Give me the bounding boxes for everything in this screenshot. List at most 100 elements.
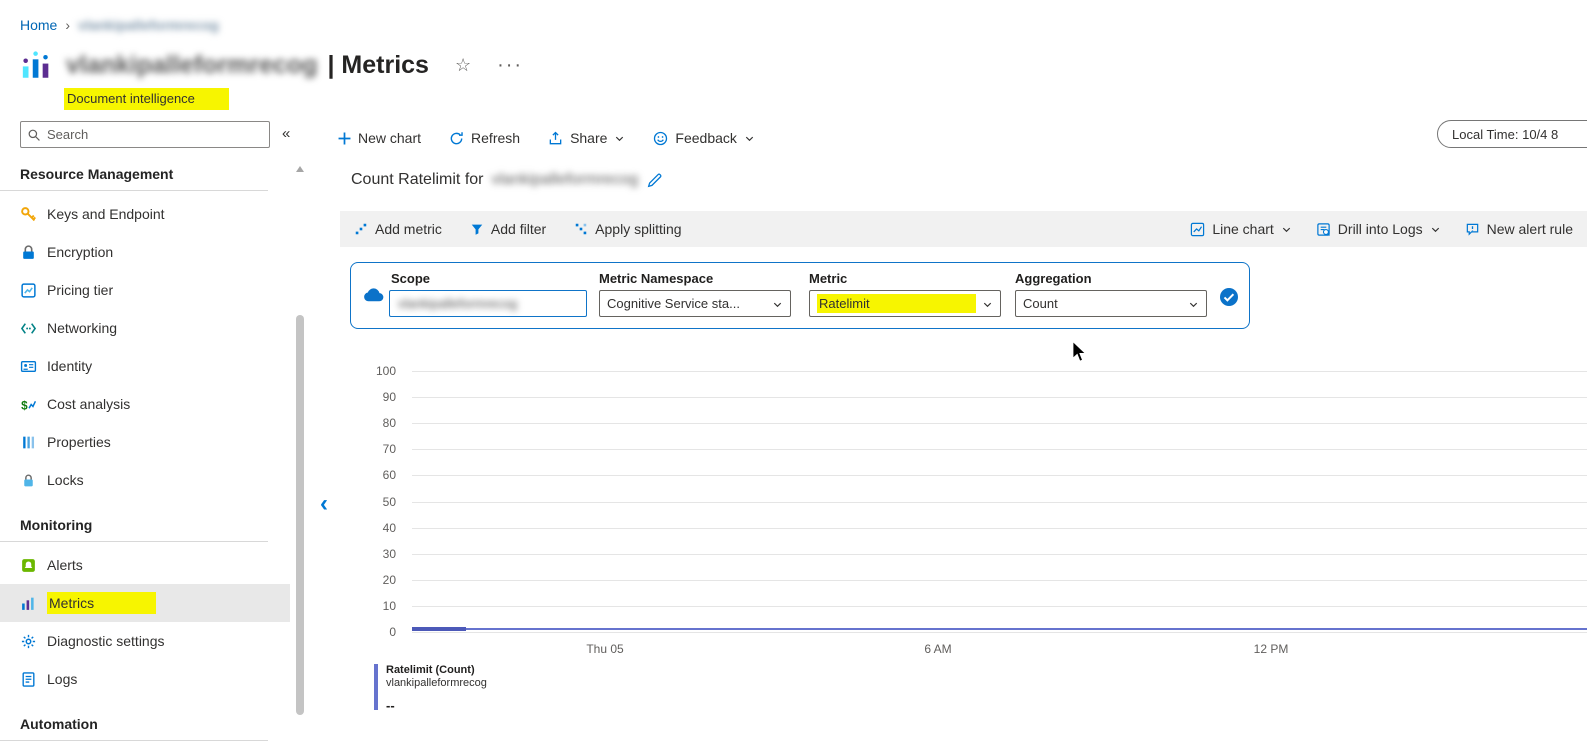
refresh-button[interactable]: Refresh — [449, 130, 520, 146]
page-header: vlankipalleformrecog | Metrics ☆ ··· — [20, 48, 523, 82]
lock-icon — [20, 244, 37, 261]
divider — [0, 740, 268, 741]
chart-type-selector[interactable]: Line chart — [1190, 221, 1291, 237]
sidebar-item-metrics[interactable]: Metrics — [0, 584, 290, 622]
gridline — [412, 371, 1587, 372]
new-chart-button[interactable]: New chart — [338, 130, 421, 146]
metric-namespace-label: Metric Namespace — [599, 271, 714, 286]
page-title-metrics: | Metrics — [327, 50, 429, 79]
sidebar-item-label: Cost analysis — [47, 396, 131, 412]
more-options-icon[interactable]: ··· — [497, 55, 523, 75]
collapse-panel-chevron-icon[interactable]: ‹ — [320, 492, 328, 516]
apply-splitting-label: Apply splitting — [595, 221, 682, 237]
sidebar-item-cost-analysis[interactable]: $ Cost analysis — [0, 385, 290, 423]
y-tick-label: 20 — [382, 573, 396, 587]
aggregation-label: Aggregation — [1015, 271, 1092, 286]
sidebar-item-diagnostic-settings[interactable]: Diagnostic settings — [0, 622, 290, 660]
drill-into-logs-label: Drill into Logs — [1337, 221, 1423, 237]
page-title-resource: vlankipalleformrecog — [66, 50, 318, 79]
search-input[interactable] — [47, 127, 263, 142]
plus-icon — [338, 132, 351, 145]
scrollbar-up-arrow[interactable] — [296, 166, 304, 172]
sidebar-item-label: Alerts — [47, 557, 83, 573]
x-tick-label: 6 AM — [924, 642, 952, 656]
breadcrumb-separator: › — [65, 17, 71, 33]
y-tick-label: 80 — [382, 416, 396, 430]
chart-title-resource: vlankipalleformrecog — [491, 171, 639, 188]
chevron-down-icon — [614, 133, 625, 144]
aggregation-value: Count — [1023, 296, 1058, 311]
logs-document-icon — [20, 671, 37, 688]
alert-rule-icon — [1465, 222, 1480, 237]
sidebar-item-label: Encryption — [47, 244, 114, 260]
metric-namespace-select[interactable]: Cognitive Service sta... — [599, 290, 791, 317]
refresh-label: Refresh — [471, 130, 521, 146]
local-time-label: Local Time: 10/4 8 — [1452, 126, 1559, 142]
section-title-monitoring: Monitoring — [20, 517, 93, 533]
sidebar-item-pricing-tier[interactable]: Pricing tier — [0, 271, 290, 309]
sidebar-item-properties[interactable]: Properties — [0, 423, 290, 461]
identity-card-icon — [20, 358, 37, 375]
add-filter-label: Add filter — [490, 221, 547, 237]
chevron-down-icon — [1188, 298, 1199, 309]
apply-splitting-icon — [574, 222, 588, 236]
chevron-down-icon — [1281, 224, 1292, 235]
sidebar-item-label: Diagnostic settings — [47, 633, 165, 649]
sidebar-item-identity[interactable]: Identity — [0, 347, 290, 385]
y-tick-label: 100 — [375, 364, 396, 378]
gridline — [412, 528, 1587, 529]
sidebar-item-alerts[interactable]: Alerts — [0, 546, 290, 584]
chart-title: Count Ratelimit for vlankipalleformrecog — [351, 171, 663, 189]
svg-text:$: $ — [21, 399, 28, 412]
sidebar-item-networking[interactable]: Networking — [0, 309, 290, 347]
gridline — [412, 554, 1587, 555]
sidebar-search[interactable] — [20, 121, 270, 148]
check-circle-icon[interactable] — [1219, 287, 1239, 307]
drill-logs-icon — [1316, 222, 1331, 237]
networking-icon — [20, 320, 37, 337]
metric-label: Metric — [809, 271, 848, 286]
metric-namespace-value: Cognitive Service sta... — [607, 296, 740, 311]
sidebar-item-locks[interactable]: Locks — [0, 461, 290, 499]
add-metric-label: Add metric — [375, 221, 442, 237]
line-chart-icon — [1190, 222, 1205, 237]
cloud-scope-icon — [363, 287, 385, 303]
sidebar-collapse-icon[interactable]: « — [282, 125, 290, 142]
cost-analysis-icon: $ — [20, 396, 37, 413]
chart-plot-area[interactable] — [412, 371, 1587, 633]
gridline — [412, 475, 1587, 476]
local-time-picker[interactable]: Local Time: 10/4 8 — [1437, 120, 1587, 148]
alert-icon — [20, 557, 37, 574]
y-tick-label: 0 — [389, 625, 396, 639]
scope-input[interactable]: vlankipalleformrecog — [389, 290, 587, 317]
legend-current-value: -- — [386, 698, 395, 713]
share-button[interactable]: Share — [548, 130, 625, 146]
resource-type-subtitle: Document intelligence — [64, 88, 229, 110]
sidebar-item-logs[interactable]: Logs — [0, 660, 290, 698]
gridline — [412, 606, 1587, 607]
feedback-label: Feedback — [675, 130, 737, 146]
aggregation-select[interactable]: Count — [1015, 290, 1207, 317]
chart-title-prefix: Count Ratelimit for — [351, 171, 484, 188]
new-alert-rule-button[interactable]: New alert rule — [1465, 221, 1573, 237]
chart-legend[interactable]: Ratelimit (Count) vlankipalleformrecog -… — [374, 664, 487, 713]
breadcrumb-home-link[interactable]: Home — [20, 17, 57, 33]
pricing-tier-icon — [20, 282, 37, 299]
sidebar-scrollbar-thumb[interactable] — [296, 315, 304, 715]
sidebar-item-encryption[interactable]: Encryption — [0, 233, 290, 271]
metrics-icon — [20, 595, 37, 612]
metric-select[interactable]: Ratelimit — [809, 290, 1001, 317]
feedback-button[interactable]: Feedback — [653, 130, 754, 146]
breadcrumb-current-resource[interactable]: vlankipalleformrecog — [78, 17, 219, 33]
drill-into-logs-button[interactable]: Drill into Logs — [1316, 221, 1441, 237]
search-icon — [27, 128, 41, 142]
sidebar-item-keys-and-endpoint[interactable]: Keys and Endpoint — [0, 195, 290, 233]
gridline — [412, 502, 1587, 503]
gridline — [412, 397, 1587, 398]
edit-pencil-icon[interactable] — [646, 172, 663, 189]
sidebar-item-label: Keys and Endpoint — [47, 206, 165, 222]
favorite-star-icon[interactable]: ☆ — [455, 55, 471, 76]
add-metric-button[interactable]: Add metric — [354, 221, 442, 237]
apply-splitting-button[interactable]: Apply splitting — [574, 221, 682, 237]
add-filter-button[interactable]: Add filter — [470, 221, 546, 237]
